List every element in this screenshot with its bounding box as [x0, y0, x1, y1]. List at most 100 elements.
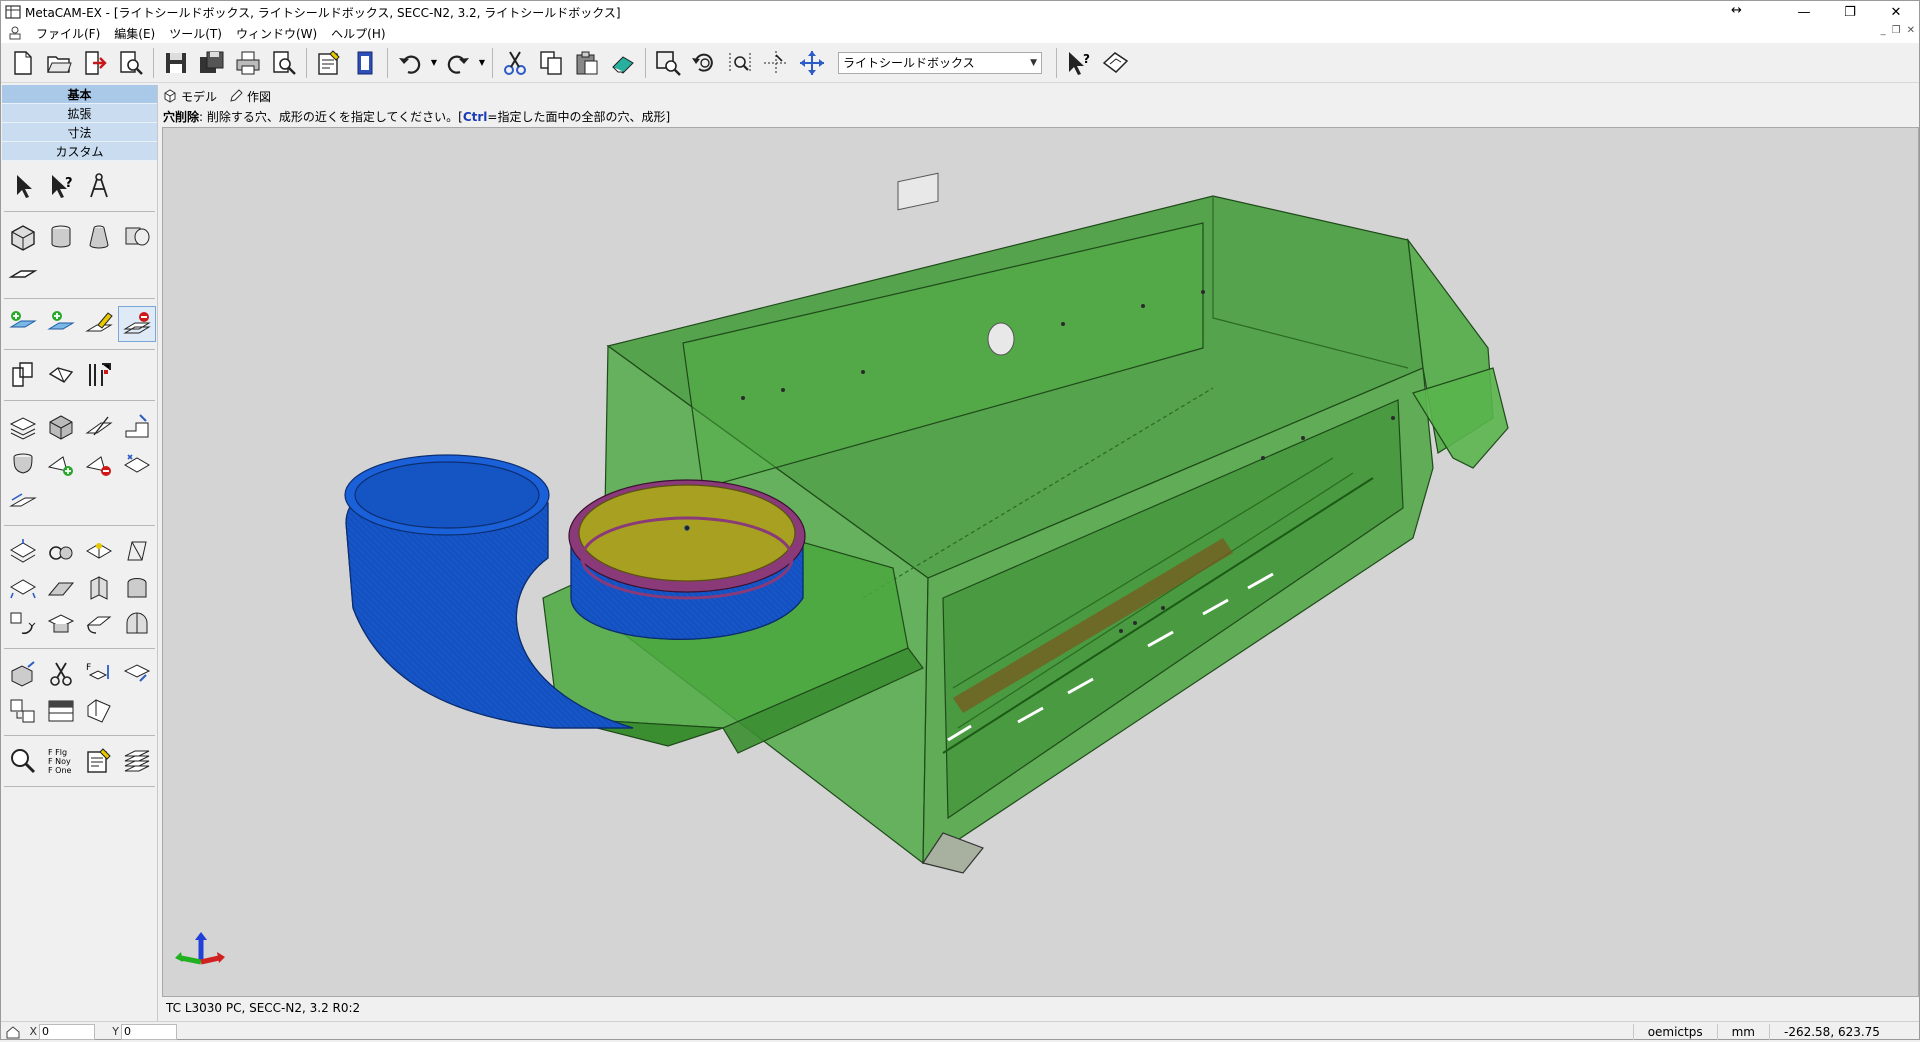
- properties-button[interactable]: [311, 45, 347, 81]
- menu-window[interactable]: ウィンドウ(W): [229, 25, 324, 42]
- tab-model[interactable]: モデル: [163, 88, 217, 105]
- report-icon: [87, 748, 111, 773]
- redo-button[interactable]: [440, 45, 476, 81]
- box-button[interactable]: [4, 219, 42, 255]
- palette-tab-dimension[interactable]: 寸法: [2, 123, 157, 142]
- tab-drawing[interactable]: 作図: [229, 88, 271, 105]
- cylinder-button[interactable]: [42, 219, 80, 255]
- mdi-minimize-button[interactable]: _: [1881, 25, 1886, 36]
- part-select-combo[interactable]: ライトシールドボックス ▼: [838, 51, 1042, 74]
- print-preview-button[interactable]: [266, 45, 302, 81]
- cap-button[interactable]: [42, 606, 80, 642]
- mdi-close-button[interactable]: ✕: [1907, 25, 1915, 36]
- inspect-button[interactable]: [4, 743, 42, 779]
- restore-button[interactable]: ❐: [1827, 1, 1873, 23]
- menu-tools[interactable]: ツール(T): [162, 25, 229, 42]
- close-button[interactable]: ✕: [1873, 1, 1919, 23]
- menu-file[interactable]: ファイル(F): [29, 25, 107, 42]
- save-button[interactable]: [158, 45, 194, 81]
- snap-button[interactable]: [758, 45, 794, 81]
- mdi-restore-button[interactable]: ❐: [1892, 25, 1901, 36]
- palette-tab-extended[interactable]: 拡張: [2, 104, 157, 123]
- wedge-button[interactable]: [42, 570, 80, 606]
- plate-button[interactable]: [4, 256, 42, 292]
- add-tab-button[interactable]: [42, 446, 80, 482]
- cone-button[interactable]: [80, 219, 118, 255]
- menu-edit[interactable]: 編集(E): [107, 25, 162, 42]
- print-button[interactable]: [230, 45, 266, 81]
- round-collar[interactable]: [568, 479, 806, 640]
- add-bend-button[interactable]: [42, 306, 80, 342]
- preview-button[interactable]: [113, 45, 149, 81]
- unfold-button[interactable]: [4, 357, 42, 393]
- extend-edge-button[interactable]: [4, 483, 42, 519]
- layer-box-button[interactable]: [4, 408, 42, 444]
- palette-tab-custom[interactable]: カスタム: [2, 142, 157, 161]
- copy-button[interactable]: [533, 45, 569, 81]
- move-part-button[interactable]: [4, 656, 42, 692]
- edit-face-button[interactable]: [80, 306, 118, 342]
- compass-button[interactable]: [80, 168, 118, 204]
- sheet-metal-model[interactable]: [163, 128, 1918, 996]
- undo-dropdown[interactable]: ▼: [428, 45, 440, 81]
- export-button[interactable]: [77, 45, 113, 81]
- zoom-previous-button[interactable]: [686, 45, 722, 81]
- table-button[interactable]: [42, 693, 80, 729]
- offset-button[interactable]: [118, 446, 156, 482]
- x-input[interactable]: [39, 1023, 95, 1040]
- split-button[interactable]: [42, 656, 80, 692]
- document-system-icon[interactable]: [7, 25, 23, 41]
- step-button[interactable]: [118, 408, 156, 444]
- paste-button[interactable]: [569, 45, 605, 81]
- fold-button[interactable]: [42, 357, 80, 393]
- manual-button[interactable]: [1097, 45, 1133, 81]
- dome-button[interactable]: [118, 606, 156, 642]
- remove-tab-button[interactable]: [80, 446, 118, 482]
- select-button[interactable]: [4, 168, 42, 204]
- hem-button[interactable]: [4, 533, 42, 569]
- flat-pattern-button[interactable]: [80, 693, 118, 729]
- solid-box-button[interactable]: [42, 408, 80, 444]
- rings-button[interactable]: [42, 533, 80, 569]
- palette-row: F Flg F Noy F One: [2, 742, 157, 780]
- minimize-button[interactable]: —: [1781, 1, 1827, 23]
- undo-button[interactable]: [392, 45, 428, 81]
- pipe-fitting-button[interactable]: [80, 357, 118, 393]
- pan-button[interactable]: [794, 45, 830, 81]
- new-file-button[interactable]: [5, 45, 41, 81]
- bend-relief-button[interactable]: [118, 570, 156, 606]
- save-all-button[interactable]: [194, 45, 230, 81]
- flag-list-button[interactable]: F Flg F Noy F One: [42, 743, 80, 779]
- resize-arrows-icon[interactable]: ↔: [1731, 3, 1742, 18]
- bend-button[interactable]: [80, 606, 118, 642]
- redo-dropdown[interactable]: ▼: [476, 45, 488, 81]
- revolve-button[interactable]: [4, 446, 42, 482]
- loft-button[interactable]: [118, 533, 156, 569]
- add-flange-button[interactable]: [4, 306, 42, 342]
- copy-part-button[interactable]: [4, 693, 42, 729]
- cut-button[interactable]: [497, 45, 533, 81]
- zoom-fit-button[interactable]: [722, 45, 758, 81]
- sheet-button[interactable]: [347, 45, 383, 81]
- layers-button[interactable]: [118, 743, 156, 779]
- cut-plane-button[interactable]: [80, 408, 118, 444]
- transition-button[interactable]: [118, 219, 156, 255]
- home-icon[interactable]: [5, 1024, 21, 1040]
- zoom-window-button[interactable]: [650, 45, 686, 81]
- palette-tab-basic[interactable]: 基本: [2, 85, 157, 104]
- flange-down-button[interactable]: [4, 570, 42, 606]
- whats-this-button[interactable]: ?: [1061, 45, 1097, 81]
- y-input[interactable]: [121, 1023, 177, 1040]
- panel-button[interactable]: [80, 570, 118, 606]
- help-pointer-button[interactable]: ?: [42, 168, 80, 204]
- face-move-button[interactable]: F: [80, 656, 118, 692]
- align-button[interactable]: [118, 656, 156, 692]
- menu-help[interactable]: ヘルプ(H): [324, 25, 392, 42]
- model-viewport[interactable]: [162, 127, 1919, 997]
- delete-hole-button[interactable]: [118, 306, 156, 342]
- open-button[interactable]: [41, 45, 77, 81]
- report-button[interactable]: [80, 743, 118, 779]
- eraser-button[interactable]: [605, 45, 641, 81]
- rotate-part-button[interactable]: [4, 606, 42, 642]
- corner-button[interactable]: [80, 533, 118, 569]
